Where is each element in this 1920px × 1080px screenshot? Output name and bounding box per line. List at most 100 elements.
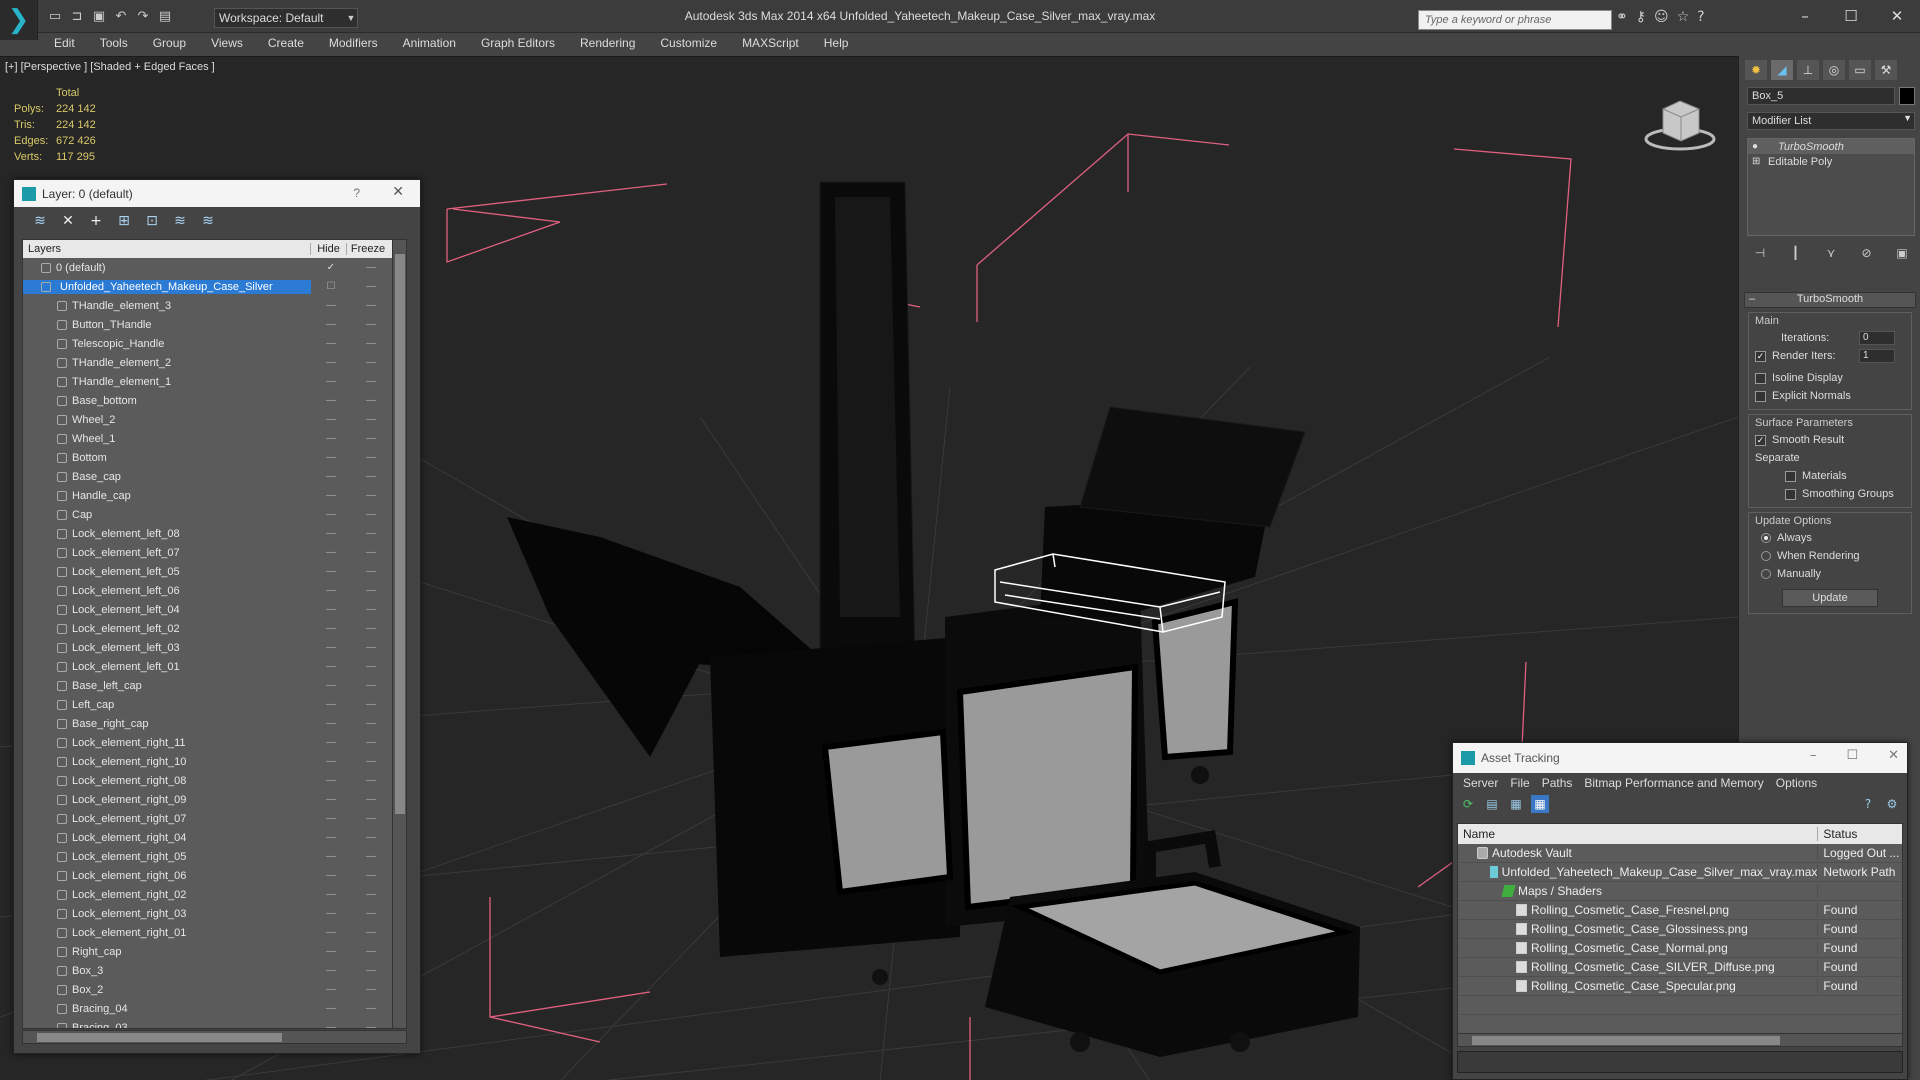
hide-toggle[interactable]: —	[311, 452, 351, 463]
hide-toggle[interactable]: —	[311, 737, 351, 748]
hide-toggle[interactable]: —	[311, 927, 351, 938]
layer-object-row[interactable]: Bottom — —	[23, 448, 406, 467]
layer-object-row[interactable]: THandle_element_2 — —	[23, 353, 406, 372]
hide-toggle[interactable]: —	[311, 604, 351, 615]
asset-row[interactable]: Rolling_Cosmetic_Case_Glossiness.png Foun…	[1458, 920, 1902, 939]
freeze-toggle[interactable]: —	[351, 832, 391, 843]
asset-tracking-titlebar[interactable]: Asset Tracking – ☐ ✕	[1453, 743, 1907, 773]
chevron-down-icon[interactable]: ▼	[344, 8, 358, 28]
stack-item-turbosmooth[interactable]: ● TurboSmooth	[1748, 139, 1914, 154]
freeze-toggle[interactable]: —	[351, 395, 391, 406]
column-status[interactable]: Status	[1818, 827, 1902, 841]
freeze-toggle[interactable]: —	[351, 376, 391, 387]
menu-graph-editors[interactable]: Graph Editors	[467, 36, 566, 50]
layer-object-row[interactable]: THandle_element_3 — —	[23, 296, 406, 315]
menu-bitmap-performance[interactable]: Bitmap Performance and Memory	[1578, 776, 1769, 790]
asset-row[interactable]: Maps / Shaders	[1458, 882, 1902, 901]
freeze-toggle[interactable]: —	[351, 756, 391, 767]
rollout-header[interactable]: – TurboSmooth	[1744, 292, 1916, 308]
column-freeze[interactable]: Freeze	[347, 243, 389, 255]
layer-object-row[interactable]: Lock_element_right_02 — —	[23, 885, 406, 904]
hide-toggle[interactable]: —	[311, 300, 351, 311]
smoothing-groups-checkbox[interactable]	[1785, 488, 1796, 500]
list-view-icon[interactable]: ▤	[1483, 795, 1501, 813]
layer-object-row[interactable]: Right_cap — —	[23, 942, 406, 961]
hide-toggle[interactable]: —	[311, 699, 351, 710]
freeze-toggle[interactable]: —	[351, 889, 391, 900]
menu-modifiers[interactable]: Modifiers	[315, 36, 389, 50]
viewport-label[interactable]: [+] [Perspective ] [Shaded + Edged Faces…	[5, 61, 215, 73]
modifier-list-dropdown[interactable]: Modifier List ▼	[1747, 112, 1915, 130]
asset-row[interactable]: Rolling_Cosmetic_Case_Fresnel.png Found	[1458, 901, 1902, 920]
freeze-toggle[interactable]: —	[351, 585, 391, 596]
freeze-toggle[interactable]: —	[351, 604, 391, 615]
make-unique-icon[interactable]: ⋎	[1822, 244, 1840, 262]
layer-object-row[interactable]: Left_cap — —	[23, 695, 406, 714]
menu-customize[interactable]: Customize	[646, 36, 728, 50]
layer-object-row[interactable]: Handle_cap — —	[23, 486, 406, 505]
hide-toggle[interactable]: ☐	[311, 281, 351, 292]
open-file-icon[interactable]: ⊐	[68, 8, 86, 25]
layer-explorer-titlebar[interactable]: Layer: 0 (default) ? ✕	[14, 180, 420, 207]
layer-object-row[interactable]: Lock_element_right_04 — —	[23, 828, 406, 847]
layer-object-row[interactable]: Bracing_04 — —	[23, 999, 406, 1018]
menu-edit[interactable]: Edit	[40, 36, 86, 50]
layer-object-row[interactable]: Lock_element_right_10 — —	[23, 752, 406, 771]
freeze-toggle[interactable]: —	[351, 775, 391, 786]
explicit-normals-checkbox[interactable]	[1755, 390, 1766, 402]
hide-toggle[interactable]: —	[311, 357, 351, 368]
freeze-toggle[interactable]: —	[351, 642, 391, 653]
freeze-toggle[interactable]: —	[351, 794, 391, 805]
display-tab-icon[interactable]: ▭	[1849, 60, 1871, 80]
layer-object-row[interactable]: Lock_element_right_11 — —	[23, 733, 406, 752]
hide-toggle[interactable]: —	[311, 908, 351, 919]
freeze-toggle[interactable]: —	[351, 566, 391, 577]
create-tab-icon[interactable]: ✹	[1745, 60, 1767, 80]
freeze-toggle[interactable]: —	[351, 509, 391, 520]
asset-row[interactable]: Rolling_Cosmetic_Case_Specular.png Found	[1458, 977, 1902, 996]
freeze-toggle[interactable]: —	[351, 281, 391, 292]
hide-toggle[interactable]: —	[311, 718, 351, 729]
active-check-icon[interactable]: ✓	[311, 262, 351, 273]
freeze-toggle[interactable]: —	[351, 851, 391, 862]
layer-object-row[interactable]: Box_3 — —	[23, 961, 406, 980]
refresh-icon[interactable]: ⟳	[1459, 795, 1477, 813]
user-icon[interactable]: ☺	[1654, 9, 1669, 25]
freeze-toggle[interactable]: —	[351, 870, 391, 881]
freeze-toggle[interactable]: —	[351, 300, 391, 311]
object-color-swatch[interactable]	[1899, 87, 1915, 105]
configure-sets-icon[interactable]: ▣	[1893, 244, 1911, 262]
star-icon[interactable]: ☆	[1677, 9, 1690, 25]
menu-paths[interactable]: Paths	[1536, 776, 1579, 790]
freeze-toggle[interactable]: —	[351, 547, 391, 558]
help-icon[interactable]: ?	[1859, 795, 1877, 813]
maximize-icon[interactable]: ☐	[1828, 0, 1874, 32]
key-icon[interactable]: ⚷	[1636, 9, 1646, 25]
hide-toggle[interactable]: —	[311, 851, 351, 862]
horizontal-scrollbar[interactable]	[22, 1030, 407, 1044]
delete-icon[interactable]: ✕	[58, 211, 78, 231]
hide-toggle[interactable]: —	[311, 794, 351, 805]
hide-toggle[interactable]: —	[311, 889, 351, 900]
freeze-toggle[interactable]: —	[351, 908, 391, 919]
remove-modifier-icon[interactable]: ⊘	[1858, 244, 1876, 262]
asset-row[interactable]: Autodesk Vault Logged Out ...	[1458, 844, 1902, 863]
hide-toggle[interactable]: —	[311, 528, 351, 539]
menu-rendering[interactable]: Rendering	[566, 36, 646, 50]
when-rendering-radio[interactable]	[1761, 551, 1771, 561]
object-name-field[interactable]: Box_5	[1747, 87, 1895, 105]
hide-toggle[interactable]: —	[311, 433, 351, 444]
layer-row-selected[interactable]: Unfolded_Yaheetech_Makeup_Case_Silver ☐ …	[23, 277, 406, 296]
freeze-toggle[interactable]: —	[351, 452, 391, 463]
layer-icon[interactable]: ≋	[30, 211, 50, 231]
menu-group[interactable]: Group	[139, 36, 197, 50]
maximize-icon[interactable]: ☐	[1846, 748, 1858, 763]
hide-toggle[interactable]: —	[311, 414, 351, 425]
layer-object-row[interactable]: Button_THandle — —	[23, 315, 406, 334]
menu-file[interactable]: File	[1504, 776, 1535, 790]
freeze-toggle[interactable]: —	[351, 984, 391, 995]
freeze-toggle[interactable]: —	[351, 433, 391, 444]
menu-maxscript[interactable]: MAXScript	[728, 36, 810, 50]
layer-object-row[interactable]: Box_2 — —	[23, 980, 406, 999]
hierarchy-tab-icon[interactable]: ⊥	[1797, 60, 1819, 80]
